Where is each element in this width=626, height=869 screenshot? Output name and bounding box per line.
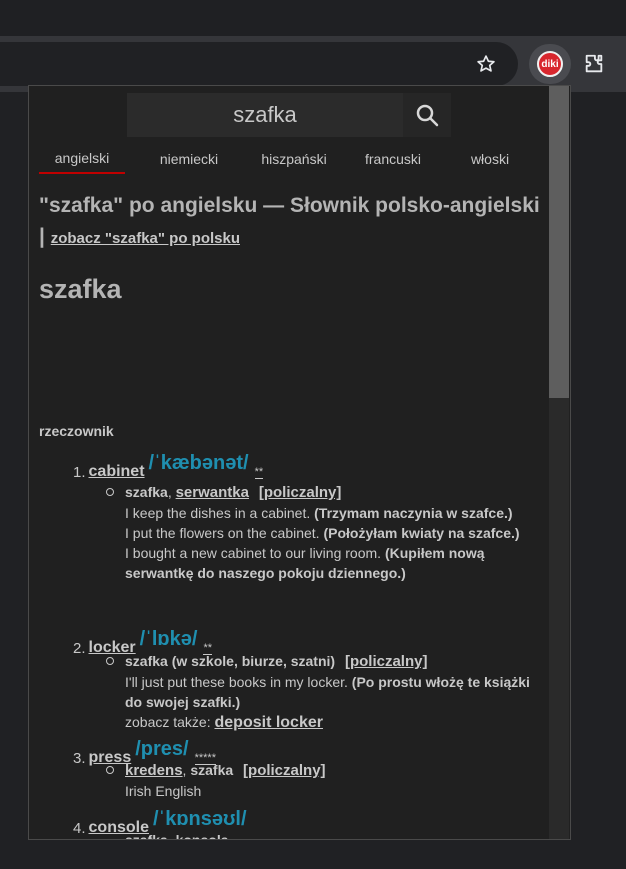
entry-number: 2. [73,640,86,657]
example-pl: (Trzymam naczynia w szafce.) [314,505,513,521]
meaning-line: szafka, konsola [125,830,535,840]
example-en: I'll just put these books in my locker. [125,674,348,690]
page-title: "szafka" po angielsku — Słownik polsko-a… [39,190,544,254]
entry-pronunciation: /ˈlɒkə/ [139,628,198,650]
browser-tab-strip [0,0,626,36]
example-en: I keep the dishes in a cabinet. [125,505,311,521]
bullet-icon [106,766,114,774]
tab-niemiecki[interactable]: niemiecki [149,144,229,174]
part-of-speech: rzeczownik [39,423,114,439]
result-heading-block: "szafka" po angielsku — Słownik polsko-a… [39,190,544,254]
example: I'll just put these books in my locker. … [125,672,535,712]
entry-number: 1. [73,464,86,481]
entry-pronunciation: /ˈkæbənət/ [148,452,249,474]
separator: , [182,762,187,778]
register-link[interactable]: [policzalny] [259,484,342,501]
entry-cabinet: 1. cabinet /ˈkæbənət/ ** [73,452,264,481]
search-box [127,93,451,137]
tab-francuski[interactable]: francuski [355,144,431,174]
see-also: zobacz także: deposit locker [125,712,535,733]
meaning-line: kredens, szafka [policzalny] [125,760,535,781]
meaning-line: szafka (w szkole, biurze, szatni) [polic… [125,651,535,672]
entry-number: 3. [73,750,86,767]
sense-cabinet: szafka, serwantka [policzalny] I keep th… [106,482,535,583]
meaning-line: szafka, serwantka [policzalny] [125,482,535,503]
bullet-icon [106,657,114,665]
search-icon [416,104,439,127]
translation: szafka, konsola [125,832,229,840]
diki-popup: angielski niemiecki hiszpański francuski… [28,85,571,840]
scrollbar-thumb[interactable] [549,86,569,398]
tab-wloski[interactable]: włoski [465,144,515,174]
diki-logo-icon: diki [537,51,563,77]
headword-title: szafka [39,274,122,304]
example: I put the flowers on the cabinet. (Położ… [125,523,535,543]
popup-scrollbar[interactable] [549,86,569,839]
usage-note: Irish English [125,783,202,799]
language-tabs: angielski niemiecki hiszpański francuski… [39,144,539,174]
search-button[interactable] [403,93,451,137]
see-polish-link[interactable]: zobacz "szafka" po polsku [51,230,240,247]
sense-locker: szafka (w szkole, biurze, szatni) [polic… [106,651,535,733]
sense-console: szafka, konsola [125,830,535,840]
register-link[interactable]: [policzalny] [345,653,428,670]
diki-logo-text: diki [541,58,559,70]
address-bar[interactable] [0,42,518,86]
entry-number: 4. [73,820,86,837]
extensions-puzzle-icon[interactable] [580,50,608,78]
tab-angielski[interactable]: angielski [39,144,125,174]
example-pl: (Położyłam kwiaty na szafce.) [323,525,520,541]
example: I keep the dishes in a cabinet. (Trzymam… [125,503,535,523]
kredens-link[interactable]: kredens [125,762,183,779]
example-en: I put the flowers on the cabinet. [125,525,320,541]
entry-headword[interactable]: cabinet [89,463,145,481]
see-also-label: zobacz także: [125,714,211,730]
separator: , [167,484,172,500]
entry-pronunciation: /ˈkɒnsəʊl/ [152,808,247,830]
search-input[interactable] [127,93,403,137]
tab-hiszpanski[interactable]: hiszpański [249,144,339,174]
synonym-link[interactable]: serwantka [176,484,249,501]
register-link[interactable]: [policzalny] [243,762,326,779]
entry-pronunciation: /pres/ [135,738,189,760]
frequency-stars: ** [254,466,264,479]
bullet-icon [106,488,114,496]
example-en: I bought a new cabinet to our living roo… [125,545,382,561]
translation: szafka [125,484,168,500]
example: I bought a new cabinet to our living roo… [125,543,535,583]
deposit-locker-link[interactable]: deposit locker [215,714,323,731]
synonym: szafka [190,762,234,778]
sense-press: kredens, szafka [policzalny] Irish Engli… [106,760,535,801]
diki-extension-button[interactable]: diki [529,44,571,84]
translation: szafka (w szkole, biurze, szatni) [125,653,336,669]
bookmark-star-icon[interactable] [472,50,500,78]
